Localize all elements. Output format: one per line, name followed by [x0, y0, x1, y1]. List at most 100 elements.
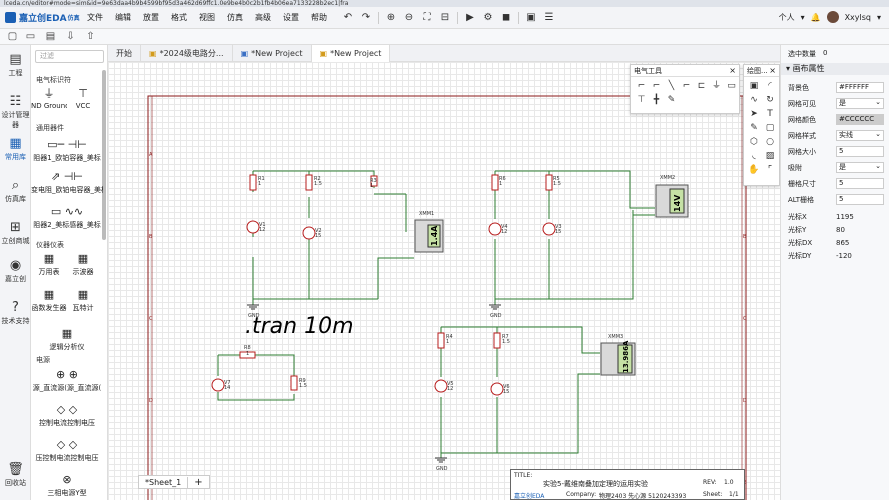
layers-icon[interactable]: ☰ [542, 11, 556, 25]
resistor-r1[interactable] [249, 174, 257, 191]
undo-icon[interactable]: ↶ [341, 11, 355, 25]
library-search-input[interactable]: 过滤 [35, 50, 104, 63]
zoom-in-icon[interactable]: ⊕ [384, 11, 398, 25]
menu-0[interactable]: 文件 [87, 12, 103, 23]
gnd-flag-icon[interactable]: ⏚ [709, 79, 724, 93]
source-v1[interactable] [246, 220, 260, 234]
prop-value-input[interactable]: 是 [836, 162, 884, 173]
chevron-down-icon[interactable]: ▾ [801, 13, 805, 22]
lib-item-vcc[interactable]: ⊤ VCC [65, 87, 101, 110]
new-file-icon[interactable]: ▢ [6, 30, 19, 43]
circle-icon[interactable]: ○ [762, 135, 778, 149]
close-icon[interactable]: × [769, 65, 776, 77]
save-icon[interactable]: ▤ [44, 30, 57, 43]
zoom-out-icon[interactable]: ⊖ [402, 11, 416, 25]
menu-6[interactable]: 高级 [255, 12, 271, 23]
lib-item-inductor[interactable]: ▭ ∿∿ 阻器2_美标感器_美标 [31, 205, 103, 230]
text-icon[interactable]: T [762, 107, 778, 121]
tab-project-3[interactable]: ▣ *New Project [311, 45, 391, 62]
rail-trash[interactable]: 🗑 回收站 [0, 463, 31, 488]
resistor-r2[interactable] [305, 174, 313, 191]
add-sheet-button[interactable]: + [187, 476, 208, 488]
prop-value-input[interactable]: 实线 [836, 130, 884, 141]
prop-value-input[interactable]: 是 [836, 98, 884, 109]
tab-project-2[interactable]: ▣ *New Project [233, 45, 312, 62]
export-icon[interactable]: ⇧ [84, 30, 97, 43]
wire-icon[interactable]: ⌐ [634, 79, 649, 93]
schematic-canvas[interactable]: AABBCCDDEE [108, 62, 780, 500]
image-icon[interactable]: ▣ [524, 11, 538, 25]
net-label-icon[interactable]: ⌐ [679, 79, 694, 93]
lib-item-three-phase[interactable]: ⊗ 三相电源Y型 [31, 473, 103, 498]
junction-icon[interactable]: ╋ [649, 93, 664, 107]
resistor-r7[interactable] [493, 332, 501, 349]
arc2-icon[interactable]: ◟ [746, 149, 762, 163]
rotate-icon[interactable]: ↻ [762, 93, 778, 107]
redo-icon[interactable]: ↷ [359, 11, 373, 25]
lib-item-source[interactable]: ⊕ ⊕ 源_直流源(源_直流源( [31, 368, 103, 393]
prop-value-input[interactable]: 5 [836, 194, 884, 205]
lib-item-controlled[interactable]: ◇ ◇ 控制电流控制电压 [31, 403, 103, 428]
lib-item-gnd[interactable]: ⏚ ND Ground [31, 87, 67, 110]
prop-value-input[interactable]: #CCCCCC [836, 114, 884, 125]
lib-item-function-gen[interactable]: ▦ 函数发生器 [31, 288, 67, 313]
resistor-r9[interactable] [290, 375, 298, 391]
net-flag-icon[interactable]: ⊏ [694, 79, 709, 93]
pen-icon[interactable]: ✎ [664, 93, 679, 107]
line-icon[interactable]: ╲ [664, 79, 679, 93]
close-icon[interactable]: × [729, 65, 736, 77]
hand-icon[interactable]: ✋ [746, 163, 762, 177]
tab-project-1[interactable]: ▣ *2024级电路分... [141, 45, 233, 62]
menu-3[interactable]: 格式 [171, 12, 187, 23]
arrow-icon[interactable]: ➤ [746, 107, 762, 121]
corner-icon[interactable]: ⌜ [762, 163, 778, 177]
arc-icon[interactable]: ◜ [762, 79, 778, 93]
rail-tree[interactable]: ☷ 设计管理器 [0, 95, 31, 130]
power-port-icon[interactable]: ▭ [724, 79, 739, 93]
source-v5[interactable] [434, 379, 448, 393]
settings-icon[interactable]: ⚙ [481, 11, 495, 25]
resistor-r6[interactable] [491, 174, 499, 191]
avatar[interactable] [826, 11, 839, 23]
rail-search[interactable]: ⌕ 仿真库 [0, 179, 31, 204]
source-v2[interactable] [302, 226, 316, 240]
user-name[interactable]: Xxylsq [845, 13, 871, 22]
stop-icon[interactable]: ◼ [499, 11, 513, 25]
tran-directive[interactable]: .tran 10m [245, 314, 354, 339]
browser-url[interactable]: lceda.cn/editor#mode=sim&id=9e63daa4b9b4… [0, 0, 889, 7]
lib-item-variable[interactable]: ⇗ ⊣⊢ 变电阻_欧铂电容器_美标 [31, 170, 103, 195]
menu-7[interactable]: 设置 [283, 12, 299, 23]
prop-value-input[interactable]: 5 [836, 146, 884, 157]
resistor-r4[interactable] [437, 332, 445, 349]
pencil-icon[interactable]: ✎ [746, 121, 762, 135]
open-folder-icon[interactable]: ▭ [24, 30, 37, 43]
import-icon[interactable]: ⇩ [64, 30, 77, 43]
bezier-icon[interactable]: ∿ [746, 93, 762, 107]
rect-icon[interactable]: ▢ [762, 121, 778, 135]
source-v4[interactable] [488, 222, 502, 236]
menu-8[interactable]: 帮助 [311, 12, 327, 23]
lib-item-wattmeter[interactable]: ▦ 瓦特计 [65, 288, 101, 313]
source-v6[interactable] [490, 382, 504, 396]
resistor-r5[interactable] [545, 174, 553, 191]
prop-value-input[interactable]: 5 [836, 178, 884, 189]
rail-help[interactable]: ? 技术支持 [0, 301, 31, 326]
run-icon[interactable]: ▶ [463, 11, 477, 25]
mode-select[interactable]: 个人 [779, 12, 795, 23]
prop-value-input[interactable]: #FFFFFF [836, 82, 884, 93]
lib-item-multimeter[interactable]: ▦ 万用表 [31, 252, 67, 277]
menu-2[interactable]: 放置 [143, 12, 159, 23]
source-v3[interactable] [542, 222, 556, 236]
fit-icon[interactable]: ⛶ [420, 11, 434, 25]
picture-icon[interactable]: ▨ [762, 149, 778, 163]
polygon-icon[interactable]: ⬡ [746, 135, 762, 149]
rail-shop[interactable]: ⊞ 立创商城 [0, 221, 31, 246]
lib-item-oscilloscope[interactable]: ▦ 示波器 [65, 252, 101, 277]
tab-start[interactable]: 开始 [108, 45, 141, 62]
lib-item-logic[interactable]: ▦ 逻辑分析仪 [31, 327, 103, 352]
lib-item-resistor[interactable]: ▭─ ⊣⊢ 阻器1_欧铂容器_美标 [31, 138, 103, 163]
notification-icon[interactable]: 🔔 [811, 13, 821, 22]
chevron-down-icon[interactable]: ▾ [877, 13, 881, 22]
bus-icon[interactable]: ⌐ [649, 79, 664, 93]
align-icon[interactable]: ⊟ [438, 11, 452, 25]
